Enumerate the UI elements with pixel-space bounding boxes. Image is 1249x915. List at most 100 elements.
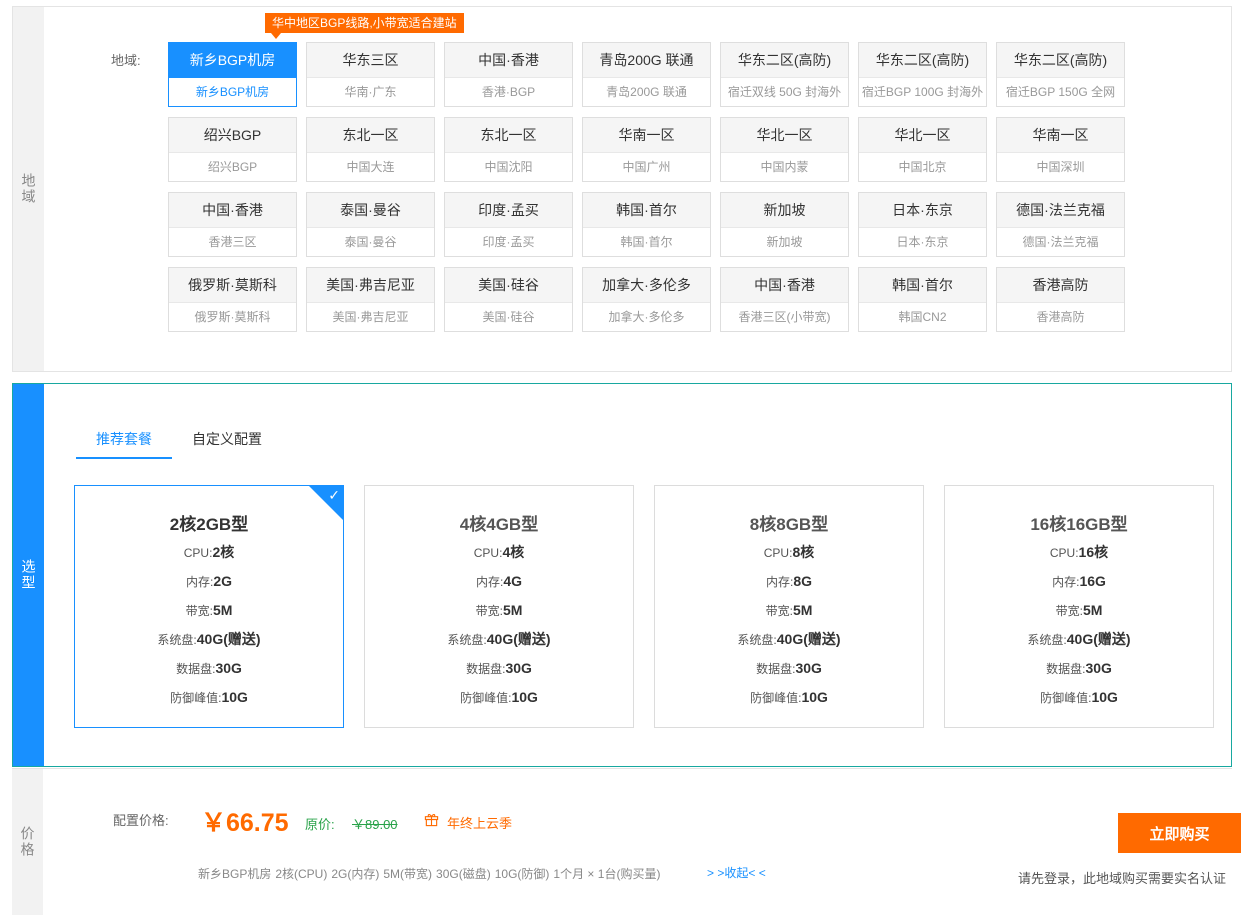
plan-spec-mem: 内存:4G <box>365 567 633 596</box>
region-option-sub: 香港高防 <box>997 302 1124 331</box>
spec-label: 数据盘: <box>756 662 796 676</box>
region-option-name: 华南一区 <box>583 118 710 152</box>
price-side-label: 价格 <box>12 769 43 915</box>
spec-value: 2核 <box>212 544 235 560</box>
region-option-sub: 日本·东京 <box>859 227 986 256</box>
spec-label: 数据盘: <box>466 662 506 676</box>
plan-card[interactable]: ✓8核8GB型CPU:8核内存:8G带宽:5M系统盘:40G(赠送)数据盘:30… <box>654 485 924 728</box>
spec-value: 30G <box>505 660 532 676</box>
spec-label: 系统盘: <box>1027 633 1067 647</box>
plan-title: 2核2GB型 <box>169 515 249 534</box>
plan-card[interactable]: ✓4核4GB型CPU:4核内存:4G带宽:5M系统盘:40G(赠送)数据盘:30… <box>364 485 634 728</box>
summary-item: 5M(带宽) <box>383 867 433 881</box>
region-option[interactable]: 华北一区 中国内蒙 <box>720 117 849 182</box>
region-option-sub: 加拿大·多伦多 <box>583 302 710 331</box>
region-option[interactable]: 中国·香港 香港三区(小带宽) <box>720 267 849 332</box>
plan-spec-cpu: CPU:16核 <box>945 538 1213 567</box>
region-option[interactable]: 韩国·首尔 韩国CN2 <box>858 267 987 332</box>
region-option[interactable]: 韩国·首尔 韩国·首尔 <box>582 192 711 257</box>
price-section: 价格 配置价格: ￥66.75 原价: ￥89.00 年终上云季 新乡BGP机房… <box>12 768 1241 915</box>
region-option[interactable]: 华东二区(高防) 宿迁双线 50G 封海外 <box>720 42 849 107</box>
model-section: 选型 推荐套餐 自定义配置 ✓ 2核2GB型 CPU:2核 内存:2G 带宽:5M 系统盘… <box>12 383 1232 767</box>
plan-card[interactable]: ✓16核16GB型CPU:16核内存:16G带宽:5M系统盘:40G(赠送)数据… <box>944 485 1214 728</box>
plan-spec-sys: 系统盘:40G(赠送) <box>365 625 633 654</box>
promo-text: 年终上云季 <box>447 816 513 831</box>
spec-label: 防御峰值: <box>1040 691 1092 705</box>
region-option-name: 韩国·首尔 <box>583 193 710 227</box>
region-option-sub: 新乡BGP机房 <box>169 77 296 106</box>
tab-recommended[interactable]: 推荐套餐 <box>76 424 172 459</box>
region-option-name: 绍兴BGP <box>169 118 296 152</box>
plan-title: 8核8GB型 <box>749 515 829 534</box>
region-option-sub: 德国·法兰克福 <box>997 227 1124 256</box>
plan-spec-cpu: CPU:2核 <box>75 538 343 567</box>
spec-label: 系统盘: <box>737 633 777 647</box>
plan-spec-bw: 带宽:5M <box>365 596 633 625</box>
check-icon: ✓ <box>328 487 340 503</box>
spec-value: 16核 <box>1078 544 1109 560</box>
region-option-sub: 中国北京 <box>859 152 986 181</box>
spec-value: 5M <box>502 602 523 618</box>
region-option-name: 俄罗斯·莫斯科 <box>169 268 296 302</box>
login-tip: 请先登录，此地域购买需要实名认证 <box>1018 871 1227 886</box>
region-option-sub: 宿迁BGP 100G 封海外 <box>859 77 986 106</box>
buy-now-button[interactable]: 立即购买 <box>1118 813 1241 853</box>
spec-label: 系统盘: <box>447 633 487 647</box>
plan-spec-mem: 内存:2G <box>75 567 343 596</box>
plan-spec-mem: 内存:8G <box>655 567 923 596</box>
spec-value: 10G <box>511 689 538 705</box>
plan-title: 16核16GB型 <box>1030 515 1128 534</box>
region-option-sub: 美国·弗吉尼亚 <box>307 302 434 331</box>
region-option-name: 印度·孟买 <box>445 193 572 227</box>
region-option[interactable]: 泰国·曼谷 泰国·曼谷 <box>306 192 435 257</box>
region-option[interactable]: 美国·硅谷 美国·硅谷 <box>444 267 573 332</box>
spec-label: 防御峰值: <box>170 691 222 705</box>
region-option[interactable]: 美国·弗吉尼亚 美国·弗吉尼亚 <box>306 267 435 332</box>
region-option[interactable]: 中国·香港 香港三区 <box>168 192 297 257</box>
spec-value: 5M <box>1082 602 1103 618</box>
region-option[interactable]: 青岛200G 联通 青岛200G 联通 <box>582 42 711 107</box>
region-option[interactable]: 俄罗斯·莫斯科 俄罗斯·莫斯科 <box>168 267 297 332</box>
region-option[interactable]: 华南一区 中国深圳 <box>996 117 1125 182</box>
spec-label: 内存: <box>1052 575 1080 589</box>
region-option[interactable]: 德国·法兰克福 德国·法兰克福 <box>996 192 1125 257</box>
tab-custom-config[interactable]: 自定义配置 <box>172 424 282 459</box>
spec-label: CPU: <box>473 546 503 560</box>
region-option[interactable]: 印度·孟买 印度·孟买 <box>444 192 573 257</box>
spec-label: 带宽: <box>765 604 793 618</box>
region-option-name: 泰国·曼谷 <box>307 193 434 227</box>
region-option-sub: 中国大连 <box>307 152 434 181</box>
plan-specs: CPU:2核 内存:2G 带宽:5M 系统盘:40G(赠送) 数据盘:30G 防御峰值:1… <box>75 538 343 712</box>
region-option[interactable]: 华北一区 中国北京 <box>858 117 987 182</box>
plan-list: ✓ 2核2GB型 CPU:2核 内存:2G 带宽:5M 系统盘:40G(赠送) 数据盘:30… <box>74 485 1214 728</box>
plan-spec-mem: 内存:16G <box>945 567 1213 596</box>
region-option[interactable]: 中国·香港 香港·BGP <box>444 42 573 107</box>
plan-title: 4核4GB型 <box>459 515 539 534</box>
region-option-name: 新加坡 <box>721 193 848 227</box>
region-option[interactable]: 华南一区 中国广州 <box>582 117 711 182</box>
region-option[interactable]: 香港高防 香港高防 <box>996 267 1125 332</box>
summary-item: 2核(CPU) <box>275 867 328 881</box>
spec-value: 10G <box>221 689 248 705</box>
region-option[interactable]: 新乡BGP机房 新乡BGP机房 <box>168 42 297 107</box>
region-option[interactable]: 加拿大·多伦多 加拿大·多伦多 <box>582 267 711 332</box>
region-option-sub: 宿迁双线 50G 封海外 <box>721 77 848 106</box>
plan-spec-ddos: 防御峰值:10G <box>365 683 633 712</box>
region-option-name: 美国·硅谷 <box>445 268 572 302</box>
region-option[interactable]: 东北一区 中国大连 <box>306 117 435 182</box>
region-option[interactable]: 绍兴BGP 绍兴BGP <box>168 117 297 182</box>
region-option[interactable]: 华东二区(高防) 宿迁BGP 100G 封海外 <box>858 42 987 107</box>
region-option-sub: 美国·硅谷 <box>445 302 572 331</box>
plan-card[interactable]: ✓ 2核2GB型 CPU:2核 内存:2G 带宽:5M 系统盘:40G(赠送) 数据盘:30… <box>74 485 344 728</box>
region-label: 地域: <box>111 53 141 68</box>
spec-value: 30G <box>215 660 242 676</box>
region-option[interactable]: 日本·东京 日本·东京 <box>858 192 987 257</box>
region-option[interactable]: 华东三区 华南·广东 <box>306 42 435 107</box>
region-option-name: 新乡BGP机房 <box>169 43 296 77</box>
region-option[interactable]: 东北一区 中国沈阳 <box>444 117 573 182</box>
collapse-link[interactable]: > >收起< < <box>707 864 766 881</box>
region-option[interactable]: 新加坡 新加坡 <box>720 192 849 257</box>
plan-spec-cpu: CPU:4核 <box>365 538 633 567</box>
order-summary: 新乡BGP机房 2核(CPU) 2G(内存) 5M(带宽) 30G(磁盘) 10G(防御)… <box>198 865 664 882</box>
region-option[interactable]: 华东二区(高防) 宿迁BGP 150G 全网 <box>996 42 1125 107</box>
